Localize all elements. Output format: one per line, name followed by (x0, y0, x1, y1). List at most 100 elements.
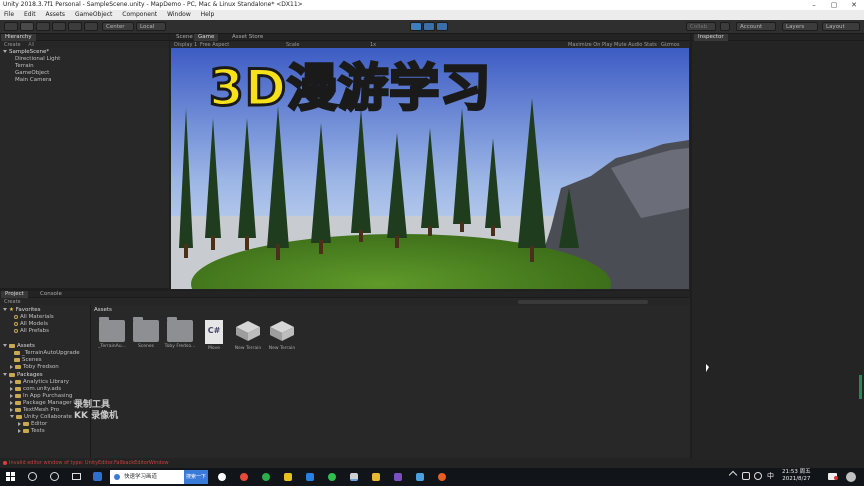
menu-window[interactable]: Window (163, 10, 195, 20)
wechat-icon[interactable] (328, 473, 336, 481)
collapse-icon[interactable] (18, 421, 21, 426)
play-icon[interactable] (410, 22, 422, 31)
cloud-icon[interactable] (720, 22, 730, 31)
favorites-header[interactable]: ★ Favorites (3, 307, 41, 314)
tab-console[interactable]: Console (36, 291, 66, 298)
pause-icon[interactable] (423, 22, 435, 31)
asset-folder-toby-fredson[interactable]: Toby Fredson (10, 364, 59, 371)
app-icon-browser-a[interactable] (218, 473, 226, 481)
minimize-icon[interactable]: – (804, 0, 824, 10)
taskbar-search-input[interactable]: 快速学习画道 (110, 470, 184, 484)
pivot-local-button[interactable]: Local (136, 22, 166, 31)
step-icon[interactable] (436, 22, 448, 31)
scene-root-item[interactable]: SampleScene* (3, 49, 49, 56)
tab-asset-store[interactable]: Asset Store (228, 34, 267, 41)
pivot-center-button[interactable]: Center (102, 22, 134, 31)
asset-grid-item[interactable]: Scenes (130, 317, 162, 349)
asset-breadcrumb[interactable]: Assets (94, 307, 112, 314)
project-search-input[interactable] (518, 300, 648, 304)
asset-folder-scenes[interactable]: Scenes (14, 357, 42, 364)
hierarchy-item-terrain[interactable]: Terrain (15, 63, 34, 70)
layers-dropdown[interactable]: Layers (782, 22, 818, 31)
rect-tool-icon[interactable] (68, 22, 82, 31)
assets-expand-icon[interactable] (3, 344, 7, 347)
tab-project[interactable]: Project (1, 291, 28, 298)
maximize-icon[interactable]: ▢ (824, 0, 844, 10)
packages-expand-icon[interactable] (3, 373, 7, 376)
collab-folder-editor[interactable]: Editor (18, 421, 47, 428)
app-store-icon[interactable] (93, 472, 102, 481)
collapse-icon[interactable] (18, 428, 21, 433)
project-create-button[interactable]: Create (4, 299, 21, 305)
package-in-app-purchasing[interactable]: In App Purchasing (10, 393, 72, 400)
expand-icon[interactable] (10, 415, 14, 418)
package-unity-collaborate[interactable]: Unity Collaborate (10, 414, 72, 421)
collapse-icon[interactable] (10, 386, 13, 391)
app-icon-light-blue[interactable] (416, 473, 424, 481)
tab-game[interactable]: Game (194, 34, 219, 41)
file-explorer-icon[interactable] (372, 473, 380, 481)
collab-button[interactable]: Collab (686, 22, 716, 31)
user-avatar[interactable] (846, 472, 856, 482)
package-textmesh-pro[interactable]: TextMesh Pro (10, 407, 59, 414)
task-view-icon[interactable] (72, 473, 81, 480)
project-splitter[interactable] (90, 305, 91, 458)
asset-grid-item[interactable]: Toby Fredso... (164, 317, 196, 349)
tab-hierarchy[interactable]: Hierarchy (1, 34, 36, 41)
account-dropdown[interactable]: Account (736, 22, 776, 31)
menu-file[interactable]: File (0, 10, 18, 20)
hand-tool-icon[interactable] (4, 22, 18, 31)
menu-assets[interactable]: Assets (42, 10, 70, 20)
app-icon-yellow[interactable] (284, 473, 292, 481)
expand-icon[interactable] (3, 50, 7, 53)
app-icon-green[interactable] (262, 473, 270, 481)
asset-grid-item[interactable]: New Terrain (266, 320, 298, 351)
tab-inspector[interactable]: Inspector (694, 34, 728, 41)
recorder-icon[interactable] (438, 473, 446, 481)
hierarchy-item-main-camera[interactable]: Main Camera (15, 77, 51, 84)
menu-gameobject[interactable]: GameObject (71, 10, 116, 20)
hierarchy-create-button[interactable]: Create (4, 42, 21, 48)
favorite-all-models[interactable]: All Models (14, 321, 48, 328)
side-scroll-indicator[interactable] (859, 375, 862, 399)
network-icon[interactable] (742, 472, 750, 480)
favorite-all-materials[interactable]: All Materials (14, 314, 54, 321)
app-icon-blue[interactable] (306, 473, 314, 481)
status-bar[interactable]: Invalid editor window of type: UnityEdit… (0, 458, 864, 468)
hierarchy-item-directional-light[interactable]: Directional Light (15, 56, 60, 63)
chrome-icon[interactable] (240, 473, 248, 481)
visual-studio-icon[interactable] (394, 473, 402, 481)
move-tool-icon[interactable] (20, 22, 34, 31)
collapse-icon[interactable] (10, 407, 13, 412)
close-icon[interactable]: ✕ (844, 0, 864, 10)
menu-help[interactable]: Help (197, 10, 219, 20)
scale-tool-icon[interactable] (52, 22, 66, 31)
package-analytics[interactable]: Analytics Library (10, 379, 69, 386)
package-manager-ui[interactable]: Package Manager UI (10, 400, 79, 407)
menu-component[interactable]: Component (118, 10, 161, 20)
favorites-expand-icon[interactable] (3, 308, 7, 311)
collapse-icon[interactable] (10, 393, 13, 398)
favorite-all-prefabs[interactable]: All Prefabs (14, 328, 49, 335)
transform-tool-icon[interactable] (84, 22, 98, 31)
packages-header[interactable]: Packages (3, 372, 43, 379)
asset-grid-item[interactable]: _TerrainAu... (96, 317, 128, 349)
menu-edit[interactable]: Edit (20, 10, 40, 20)
ime-indicator[interactable]: 中 (767, 471, 774, 481)
collapse-icon[interactable] (10, 364, 13, 369)
collapse-icon[interactable] (10, 400, 13, 405)
assets-header[interactable]: Assets (3, 343, 35, 350)
taskbar-search-icon[interactable] (28, 472, 37, 481)
volume-icon[interactable] (754, 472, 762, 480)
cortana-icon[interactable] (50, 472, 59, 481)
asset-folder-terrainautoupgrade[interactable]: _TerrainAutoUpgrade (14, 350, 80, 357)
clock[interactable]: 21:53 周五 2021/8/27 (782, 469, 811, 483)
game-viewport[interactable]: 3D漫游学习 (171, 48, 689, 289)
hierarchy-item-gameobject[interactable]: GameObject (15, 70, 49, 77)
layout-dropdown[interactable]: Layout (822, 22, 860, 31)
collapse-icon[interactable] (10, 379, 13, 384)
rotate-tool-icon[interactable] (36, 22, 50, 31)
collab-folder-tests[interactable]: Tests (18, 428, 45, 435)
asset-grid-item[interactable]: New Terrain (232, 320, 264, 351)
search-go-button[interactable]: 搜索一下 (184, 470, 208, 484)
